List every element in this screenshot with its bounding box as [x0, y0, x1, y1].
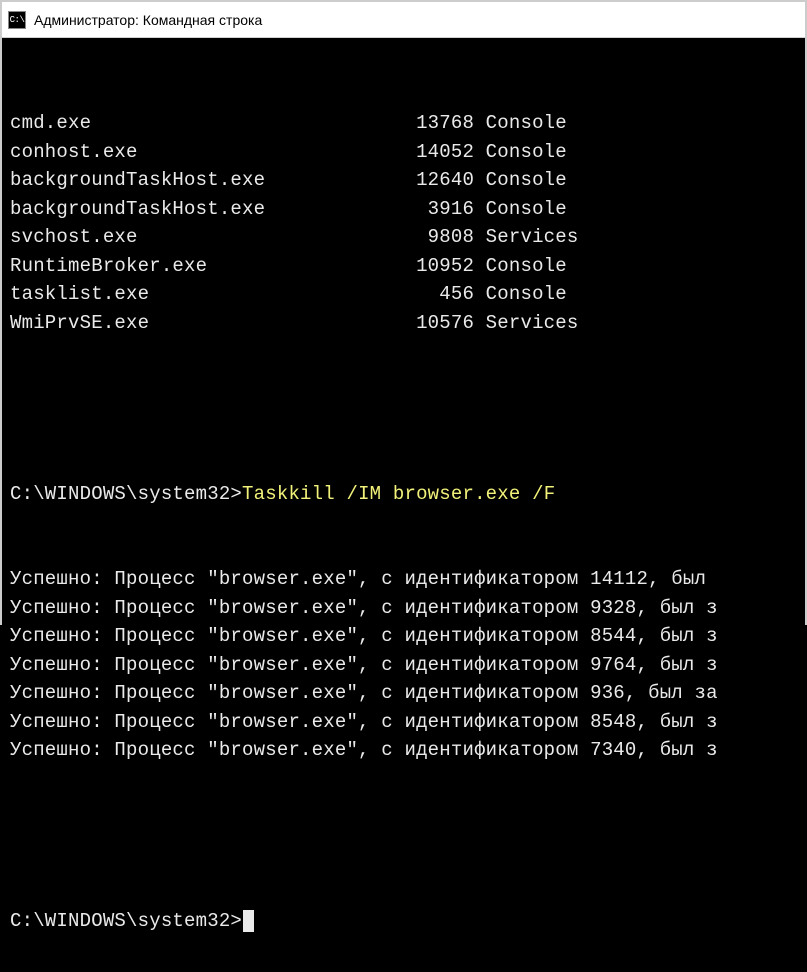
- process-row: backgroundTaskHost.exe 12640 Console: [10, 166, 797, 195]
- title-bar[interactable]: C:\ Администратор: Командная строка: [2, 2, 805, 38]
- process-row: backgroundTaskHost.exe 3916 Console: [10, 195, 797, 224]
- blank-line: [10, 394, 797, 423]
- kill-result-row: Успешно: Процесс "browser.exe", с иденти…: [10, 708, 797, 737]
- cursor: [243, 910, 254, 932]
- process-row: RuntimeBroker.exe 10952 Console: [10, 252, 797, 281]
- cmd-icon: C:\: [8, 11, 26, 29]
- kill-results: Успешно: Процесс "browser.exe", с иденти…: [10, 565, 797, 765]
- kill-result-row: Успешно: Процесс "browser.exe", с иденти…: [10, 594, 797, 623]
- kill-result-row: Успешно: Процесс "browser.exe", с иденти…: [10, 651, 797, 680]
- process-list: cmd.exe 13768 Consoleconhost.exe 14052 C…: [10, 109, 797, 337]
- kill-result-row: Успешно: Процесс "browser.exe", с иденти…: [10, 565, 797, 594]
- window-title: Администратор: Командная строка: [34, 12, 262, 28]
- typed-command: Taskkill /IM browser.exe /F: [242, 483, 555, 505]
- blank-line: [10, 822, 797, 851]
- process-row: tasklist.exe 456 Console: [10, 280, 797, 309]
- kill-result-row: Успешно: Процесс "browser.exe", с иденти…: [10, 679, 797, 708]
- kill-result-row: Успешно: Процесс "browser.exe", с иденти…: [10, 622, 797, 651]
- process-row: cmd.exe 13768 Console: [10, 109, 797, 138]
- command-line-1: C:\WINDOWS\system32>Taskkill /IM browser…: [10, 480, 797, 509]
- prompt-path: C:\WINDOWS\system32>: [10, 483, 242, 505]
- kill-result-row: Успешно: Процесс "browser.exe", с иденти…: [10, 736, 797, 765]
- command-line-2[interactable]: C:\WINDOWS\system32>: [10, 907, 797, 936]
- process-row: conhost.exe 14052 Console: [10, 138, 797, 167]
- prompt-path: C:\WINDOWS\system32>: [10, 910, 242, 932]
- process-row: svchost.exe 9808 Services: [10, 223, 797, 252]
- console-output[interactable]: cmd.exe 13768 Consoleconhost.exe 14052 C…: [2, 38, 805, 972]
- process-row: WmiPrvSE.exe 10576 Services: [10, 309, 797, 338]
